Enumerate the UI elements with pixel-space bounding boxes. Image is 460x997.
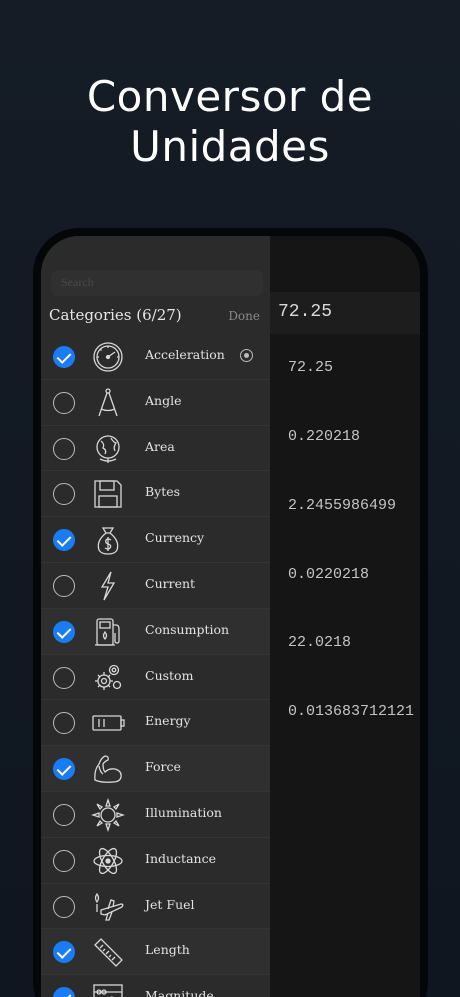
category-label: Currency (145, 530, 205, 546)
checkbox-checked[interactable] (53, 346, 75, 368)
checkbox-unchecked[interactable] (53, 437, 75, 460)
checkbox-checked[interactable] (53, 987, 75, 997)
result-value[interactable]: 22.0218 (288, 634, 351, 651)
default-category-radio[interactable] (240, 349, 253, 362)
category-label: Jet Fuel (145, 896, 195, 912)
done-button[interactable]: Done (228, 309, 260, 323)
headline-line-2: Unidades (130, 122, 330, 171)
category-row-consumption[interactable]: Consumption (41, 608, 270, 655)
checkbox-unchecked[interactable] (53, 483, 75, 506)
result-value[interactable]: 0.013683712121 (288, 703, 414, 720)
checkbox-unchecked[interactable] (53, 849, 75, 872)
converter-input-value: 72.25 (278, 302, 333, 322)
result-value[interactable]: 2.2455986499 (288, 497, 396, 514)
flexed-arm-icon (91, 752, 125, 786)
categories-panel: Search Categories (6/27) Done Accelerati… (41, 236, 270, 997)
floppy-disk-icon (91, 477, 125, 511)
checkbox-checked[interactable] (53, 620, 75, 643)
headline-line-1: Conversor de (86, 72, 374, 121)
checkbox-unchecked[interactable] (53, 666, 75, 689)
speedometer-icon (91, 340, 125, 374)
gears-icon (91, 661, 125, 695)
category-row-energy[interactable]: Energy (41, 700, 270, 747)
checkbox-checked[interactable] (53, 529, 75, 552)
atom-icon (91, 844, 125, 878)
category-row-angle[interactable]: Angle (41, 380, 270, 426)
money-bag-icon (91, 523, 125, 557)
category-row-custom[interactable]: Custom (41, 655, 270, 701)
headline: Conversor de Unidades (0, 72, 460, 172)
category-label: Magnitude (145, 988, 214, 997)
compass-drawing-icon (91, 386, 125, 420)
checkbox-unchecked[interactable] (53, 803, 75, 826)
category-label: Area (145, 438, 175, 454)
converter-values-pane: 72.25 72.25 0.220218 2.2455986499 0.0220… (270, 236, 420, 997)
category-label: Bytes (145, 484, 181, 500)
category-label: Angle (145, 392, 182, 408)
category-label: Acceleration (145, 347, 225, 362)
category-row-jet-fuel[interactable]: Jet Fuel (41, 884, 270, 930)
checkbox-unchecked[interactable] (53, 895, 75, 918)
category-label: Custom (145, 667, 194, 683)
checkbox-checked[interactable] (53, 941, 75, 964)
category-label: Length (145, 942, 190, 958)
result-value[interactable]: 72.25 (288, 359, 333, 376)
category-label: Force (145, 759, 181, 775)
categories-header: Categories (6/27) Done (41, 298, 270, 334)
category-row-inductance[interactable]: Inductance (41, 838, 270, 884)
category-label: Consumption (145, 621, 230, 637)
ruler-icon (91, 935, 125, 969)
sun-icon (90, 797, 126, 833)
checkbox-unchecked[interactable] (53, 574, 75, 597)
category-row-area[interactable]: Area (41, 426, 270, 472)
converter-input-field[interactable]: 72.25 (270, 292, 420, 334)
category-row-length[interactable]: Length (41, 929, 270, 976)
battery-icon (91, 706, 125, 740)
category-label: Inductance (145, 850, 216, 866)
phone-screen: 72.25 72.25 0.220218 2.2455986499 0.0220… (41, 236, 420, 997)
category-list: Acceleration Angle Area Bytes Currency C… (41, 334, 270, 997)
category-row-current[interactable]: Current (41, 563, 270, 609)
category-row-currency[interactable]: Currency (41, 517, 270, 563)
category-row-force[interactable]: Force (41, 746, 270, 792)
categories-search-field[interactable]: Search (51, 270, 263, 296)
result-value[interactable]: 0.220218 (288, 428, 360, 445)
checkbox-unchecked[interactable] (53, 712, 75, 735)
category-row-bytes[interactable]: Bytes (41, 471, 270, 518)
category-row-magnitude[interactable]: Magnitude (41, 975, 270, 997)
checkbox-checked[interactable] (53, 758, 75, 781)
fuel-pump-icon (91, 615, 125, 649)
category-row-illumination[interactable]: Illumination (41, 792, 270, 838)
airplane-icon (91, 890, 125, 924)
lightning-icon (91, 569, 125, 603)
category-row-acceleration[interactable]: Acceleration (41, 334, 270, 380)
search-placeholder: Search (61, 275, 94, 289)
category-label: Energy (145, 713, 191, 729)
globe-icon (91, 432, 125, 466)
category-label: Current (145, 575, 196, 591)
category-label: Illumination (145, 804, 222, 820)
abacus-icon (91, 981, 125, 997)
categories-title: Categories (6/27) (49, 306, 182, 324)
checkbox-unchecked[interactable] (53, 391, 75, 414)
result-value[interactable]: 0.0220218 (288, 566, 369, 583)
